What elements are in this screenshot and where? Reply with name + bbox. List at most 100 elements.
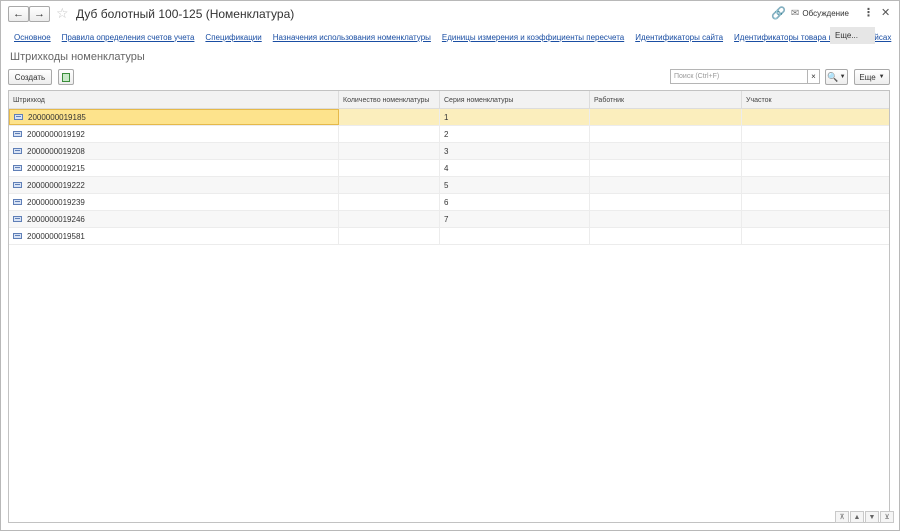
barcode-icon [13, 233, 22, 239]
barcode-cell[interactable]: 2000000019581 [9, 228, 339, 244]
quantity-cell[interactable] [339, 126, 440, 142]
barcode-value: 2000000019581 [27, 231, 85, 241]
barcode-cell[interactable]: 2000000019185 [9, 109, 339, 125]
scroll-down-button[interactable]: ▼ [865, 511, 879, 523]
tab-usage-purposes[interactable]: Назначения использования номенклатуры [273, 33, 431, 42]
table-row[interactable]: 2000000019246 7 [9, 211, 889, 228]
barcode-icon [13, 165, 22, 171]
window: ← → ☆ Дуб болотный 100-125 (Номенклатура… [0, 0, 900, 531]
series-cell[interactable]: 2 [440, 126, 590, 142]
column-header-quantity[interactable]: Количество номенклатуры [339, 91, 440, 109]
quantity-cell[interactable] [339, 177, 440, 193]
quantity-cell[interactable] [339, 194, 440, 210]
series-cell[interactable] [440, 228, 590, 244]
area-cell[interactable] [742, 126, 889, 142]
table-row[interactable]: 2000000019192 2 [9, 126, 889, 143]
chevron-down-icon: ▼ [878, 74, 885, 80]
favorite-star-icon[interactable]: ☆ [56, 5, 69, 22]
table-row[interactable]: 2000000019222 5 [9, 177, 889, 194]
worker-cell[interactable] [590, 228, 742, 244]
series-cell[interactable]: 1 [440, 109, 590, 125]
table-row[interactable]: 2000000019208 3 [9, 143, 889, 160]
barcode-icon [13, 199, 22, 205]
worker-cell[interactable] [590, 126, 742, 142]
series-cell[interactable]: 5 [440, 177, 590, 193]
area-cell[interactable] [742, 160, 889, 176]
scroll-first-button[interactable]: ⊼ [835, 511, 849, 523]
column-header-worker[interactable]: Работник [590, 91, 742, 109]
column-header-area[interactable]: Участок [742, 91, 889, 109]
area-cell[interactable] [742, 177, 889, 193]
create-button[interactable]: Создать [8, 69, 52, 85]
barcode-value: 2000000019246 [27, 214, 85, 224]
series-cell[interactable]: 6 [440, 194, 590, 210]
arrow-left-icon: ← [13, 8, 24, 20]
tab-site-ids[interactable]: Идентификаторы сайта [635, 33, 723, 42]
series-cell[interactable]: 4 [440, 160, 590, 176]
series-cell[interactable]: 7 [440, 211, 590, 227]
chevron-down-icon: ▼ [868, 513, 876, 521]
tab-account-rules[interactable]: Правила определения счетов учета [62, 33, 195, 42]
close-icon[interactable]: ✕ [881, 6, 890, 19]
tab-specifications[interactable]: Спецификации [205, 33, 261, 42]
table-row[interactable]: 2000000019215 4 [9, 160, 889, 177]
search-options-button[interactable]: 🔍 ▼ [825, 69, 848, 85]
quantity-cell[interactable] [339, 211, 440, 227]
area-cell[interactable] [742, 143, 889, 159]
worker-cell[interactable] [590, 177, 742, 193]
barcode-icon [14, 114, 23, 120]
copy-icon [62, 72, 70, 82]
quantity-cell[interactable] [339, 160, 440, 176]
more-vertical-icon[interactable]: ⋮ [863, 6, 874, 19]
series-cell[interactable]: 3 [440, 143, 590, 159]
more-actions-button[interactable]: Еще ▼ [854, 69, 890, 85]
column-header-series[interactable]: Серия номенклатуры [440, 91, 590, 109]
copy-button[interactable] [58, 69, 74, 85]
tabs-more-button[interactable]: Еще... [830, 27, 875, 44]
quantity-cell[interactable] [339, 143, 440, 159]
table-row[interactable]: 2000000019581 [9, 228, 889, 245]
barcode-value: 2000000019192 [27, 129, 85, 139]
tab-units[interactable]: Единицы измерения и коэффициенты пересче… [442, 33, 624, 42]
chevron-down-icon: ▼ [839, 74, 846, 80]
worker-cell[interactable] [590, 143, 742, 159]
worker-cell[interactable] [590, 109, 742, 125]
section-title: Штрихкоды номенклатуры [10, 51, 145, 63]
barcode-cell[interactable]: 2000000019215 [9, 160, 339, 176]
worker-cell[interactable] [590, 194, 742, 210]
forward-button[interactable]: → [29, 6, 50, 22]
tab-main[interactable]: Основное [14, 33, 51, 42]
barcode-value: 2000000019239 [27, 197, 85, 207]
barcode-cell[interactable]: 2000000019208 [9, 143, 339, 159]
barcode-value: 2000000019208 [27, 146, 85, 156]
quantity-cell[interactable] [339, 228, 440, 244]
barcode-cell[interactable]: 2000000019222 [9, 177, 339, 193]
scroll-bottom-icon: ⊻ [884, 514, 890, 521]
area-cell[interactable] [742, 194, 889, 210]
barcode-value: 2000000019185 [28, 112, 86, 122]
search-input[interactable]: Поиск (Ctrl+F) [670, 69, 808, 84]
scroll-up-button[interactable]: ▲ [850, 511, 864, 523]
area-cell[interactable] [742, 109, 889, 125]
area-cell[interactable] [742, 228, 889, 244]
barcode-value: 2000000019222 [27, 180, 85, 190]
discussion-button[interactable]: ✉ Обсуждение [791, 8, 849, 19]
scroll-top-icon: ⊼ [839, 514, 845, 521]
barcode-icon [13, 131, 22, 137]
barcode-cell[interactable]: 2000000019246 [9, 211, 339, 227]
barcode-cell[interactable]: 2000000019239 [9, 194, 339, 210]
tab-bar: Основное Правила определения счетов учет… [14, 30, 900, 44]
column-header-barcode[interactable]: Штрихкод [9, 91, 339, 109]
worker-cell[interactable] [590, 160, 742, 176]
barcode-cell[interactable]: 2000000019192 [9, 126, 339, 142]
link-icon[interactable]: 🔗 [771, 6, 786, 20]
scroll-last-button[interactable]: ⊻ [880, 511, 894, 523]
worker-cell[interactable] [590, 211, 742, 227]
search-clear-button[interactable]: × [808, 69, 820, 84]
back-button[interactable]: ← [8, 6, 29, 22]
table-row[interactable]: 2000000019185 1 [9, 109, 889, 126]
barcode-icon [13, 216, 22, 222]
table-row[interactable]: 2000000019239 6 [9, 194, 889, 211]
quantity-cell[interactable] [339, 109, 440, 125]
area-cell[interactable] [742, 211, 889, 227]
